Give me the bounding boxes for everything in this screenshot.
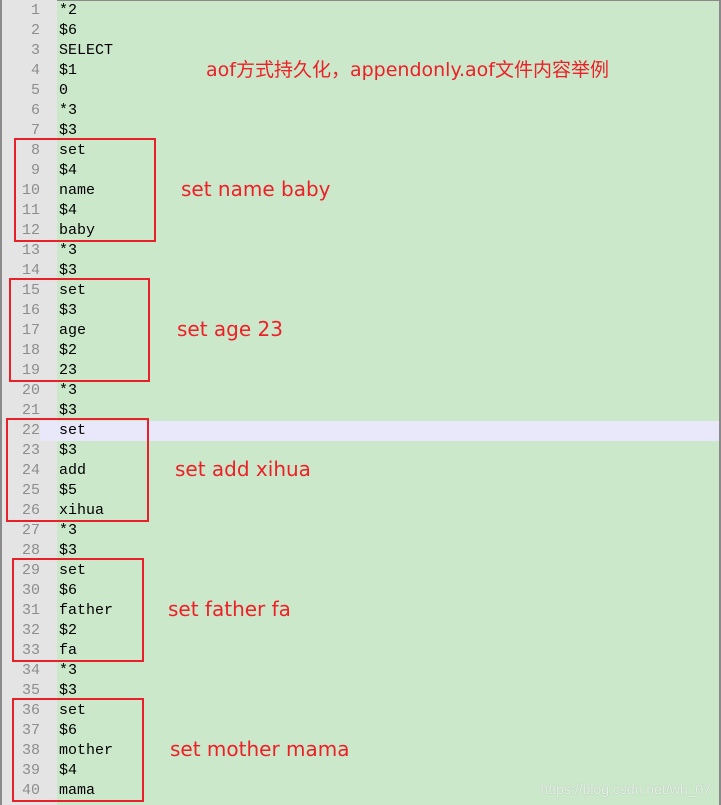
line-number: 34: [21, 662, 40, 679]
line-number: 6: [30, 102, 40, 119]
code-text: *3: [59, 102, 78, 119]
code-text: *3: [59, 662, 78, 679]
code-text: *2: [59, 2, 78, 19]
annotation-box: [6, 418, 149, 522]
code-text: *3: [59, 382, 78, 399]
line-number: 3: [30, 42, 40, 59]
annotation-box: [14, 138, 156, 242]
code-line[interactable]: 34 *3: [2, 661, 719, 681]
line-number: 4: [30, 62, 40, 79]
code-text: SELECT: [59, 42, 114, 59]
annotation-label: set age 23: [177, 317, 283, 341]
annotation-label: set father fa: [168, 597, 291, 621]
code-line[interactable]: 1 *2: [2, 1, 719, 21]
annotation-box: [12, 558, 144, 662]
code-line[interactable]: 50: [2, 81, 719, 101]
annotation-box: [9, 278, 150, 382]
annotation-label: set name baby: [181, 177, 331, 201]
code-line[interactable]: 13 *3: [2, 241, 719, 261]
line-number: 13: [21, 242, 40, 259]
line-number: 1: [30, 2, 40, 19]
watermark: https://blog.csdn.net/wh_07: [540, 781, 711, 797]
code-line[interactable]: 6 *3: [2, 101, 719, 121]
code-line[interactable]: 20 *3: [2, 381, 719, 401]
code-text: $6: [59, 22, 78, 39]
code-line[interactable]: 27 *3: [2, 521, 719, 541]
code-text: 0: [59, 82, 69, 99]
code-text: $1: [59, 62, 78, 79]
page-title: aof方式持久化，appendonly.aof文件内容举例: [206, 59, 609, 81]
code-line[interactable]: 2 $6: [2, 21, 719, 41]
annotation-label: set add xihua: [175, 457, 311, 481]
line-number: 5: [30, 82, 40, 99]
line-number: 2: [30, 22, 40, 39]
annotation-label: set mother mama: [170, 737, 350, 761]
line-number: 27: [21, 522, 40, 539]
line-number: 20: [21, 382, 40, 399]
annotation-box: [12, 698, 144, 802]
code-text: *3: [59, 242, 78, 259]
code-text: *3: [59, 522, 78, 539]
